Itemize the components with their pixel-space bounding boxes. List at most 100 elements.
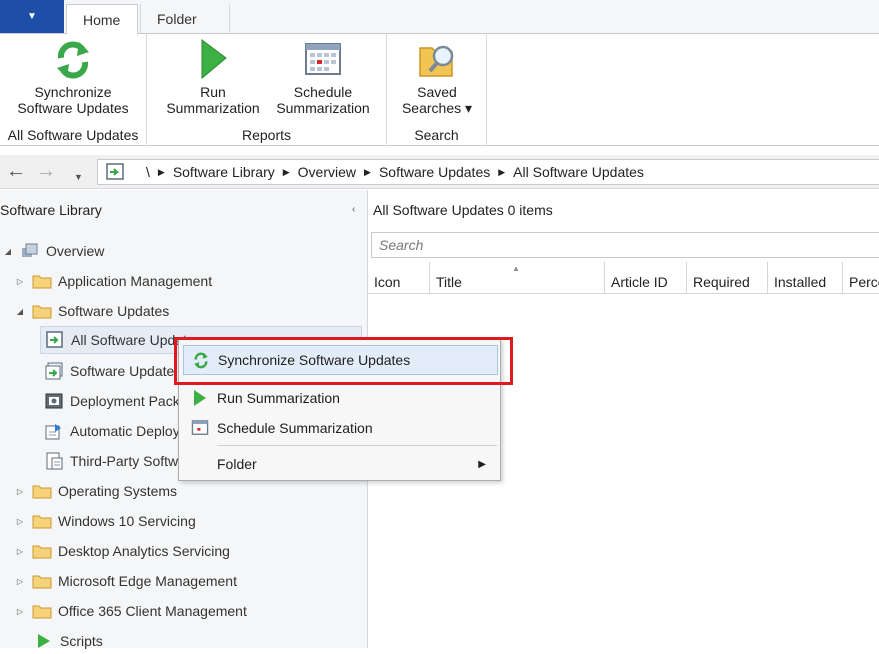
address-bar: ← → ▼ \ ▶ Software Library ▶ Overview ▶ …: [0, 155, 879, 189]
button-label-line2: Searches ▾: [401, 100, 473, 116]
tree-item-desktop-analytics-servicing[interactable]: ▷ Desktop Analytics Servicing: [14, 538, 230, 564]
tree-item-label: Desktop Analytics Servicing: [58, 543, 230, 559]
tree-item-label: Operating Systems: [58, 483, 178, 499]
column-header-installed[interactable]: Installed: [768, 262, 843, 294]
group-label: Reports: [241, 127, 292, 143]
collapsed-triangle-icon[interactable]: ▷: [14, 577, 26, 586]
folder-icon: [32, 305, 52, 319]
collapsed-triangle-icon[interactable]: ▷: [14, 517, 26, 526]
software-updates-icon: [46, 331, 63, 348]
item-count: 0 items: [507, 202, 553, 218]
breadcrumb-item[interactable]: Software Library: [165, 164, 283, 180]
submenu-arrow-icon: ▶: [478, 458, 486, 470]
overview-icon: [22, 243, 38, 257]
dropdown-arrow-icon: ▼: [27, 11, 37, 22]
annotation-highlight-box: [174, 337, 513, 385]
button-label-line2: Summarization: [276, 100, 370, 116]
tab-home[interactable]: Home: [66, 4, 138, 35]
breadcrumb-item[interactable]: Overview: [290, 164, 364, 180]
ribbon-group-search: Saved Searches ▾ Search: [387, 34, 487, 146]
group-label: Search: [414, 127, 459, 143]
menu-separator: [217, 445, 497, 446]
chevron-right-icon: ▶: [282, 166, 290, 177]
synchronize-software-updates-button[interactable]: Synchronize Software Updates: [8, 38, 138, 116]
menu-item-schedule-summarization[interactable]: Schedule Summarization: [183, 413, 498, 443]
back-arrow-icon[interactable]: ←: [6, 161, 26, 181]
breadcrumb-root[interactable]: \: [138, 164, 158, 180]
column-header-required[interactable]: Required: [687, 262, 768, 294]
chevron-right-icon: ▶: [364, 166, 371, 177]
tree-item-label: Application Management: [58, 273, 213, 289]
tree-item-label: Scripts: [60, 633, 103, 649]
tree-item-label: Overview: [46, 243, 105, 259]
run-summarization-button[interactable]: Run Summarization: [161, 38, 265, 116]
collapsed-triangle-icon[interactable]: ▷: [14, 607, 26, 616]
calendar-icon: [305, 43, 341, 75]
tree-item-microsoft-edge-management[interactable]: ▷ Microsoft Edge Management: [14, 568, 237, 594]
breadcrumb: \ ▶ Software Library ▶ Overview ▶ Softwa…: [97, 159, 879, 185]
folder-icon: [32, 485, 52, 499]
column-header-icon[interactable]: Icon: [368, 262, 430, 294]
tree-item-application-management[interactable]: ▷ Application Management: [14, 268, 212, 294]
search-input[interactable]: Search: [371, 232, 879, 258]
run-icon: [201, 39, 227, 80]
menu-item-folder[interactable]: Folder ▶: [183, 449, 498, 479]
ribbon-group-all-software-updates: Synchronize Software Updates All Softwar…: [0, 34, 147, 146]
chevron-right-icon: ▶: [157, 166, 165, 177]
software-updates-icon: [106, 163, 124, 180]
run-icon: [194, 390, 206, 406]
forward-arrow-icon[interactable]: →: [36, 161, 56, 181]
folder-icon: [32, 515, 52, 529]
tree-item-label: Software Updates: [58, 303, 170, 319]
button-label-line2: Summarization: [166, 100, 260, 116]
breadcrumb-item[interactable]: All Software Updates: [505, 164, 652, 180]
breadcrumb-item[interactable]: Software Updates: [371, 164, 498, 180]
folder-icon: [32, 605, 52, 619]
button-label-line2: Software Updates: [17, 100, 129, 116]
column-header-article-id[interactable]: Article ID: [605, 262, 687, 294]
collapsed-triangle-icon[interactable]: ▷: [14, 547, 26, 556]
navigation-pane-title: Software Library: [0, 202, 102, 218]
chevron-right-icon: ▶: [498, 166, 506, 177]
catalog-icon: [46, 452, 63, 470]
column-header-percent[interactable]: Perce: [843, 262, 879, 294]
menu-item-run-summarization[interactable]: Run Summarization: [183, 383, 498, 413]
group-label: All Software Updates: [7, 127, 139, 143]
button-label-line1: Schedule: [293, 84, 353, 100]
expanded-triangle-icon[interactable]: ◢: [14, 307, 26, 316]
software-update-groups-icon: [45, 362, 63, 380]
tab-label: Home: [83, 12, 121, 28]
folder-icon: [32, 275, 52, 289]
tree-item-operating-systems[interactable]: ▷ Operating Systems: [14, 478, 177, 504]
sync-icon: [57, 41, 89, 79]
collapse-pane-icon[interactable]: ‹: [352, 204, 355, 215]
button-label-line1: Run: [200, 84, 226, 100]
schedule-summarization-button[interactable]: Schedule Summarization: [271, 38, 375, 116]
tree-item-office-365-client-management[interactable]: ▷ Office 365 Client Management: [14, 598, 247, 624]
history-dropdown-icon[interactable]: ▼: [74, 167, 83, 187]
tree-item-scripts[interactable]: Scripts: [34, 628, 103, 654]
search-placeholder: Search: [379, 237, 424, 253]
tree-item-label: Windows 10 Servicing: [58, 513, 196, 529]
tab-label: Folder: [157, 11, 197, 27]
folder-icon: [32, 545, 52, 559]
grid-header: ▲ Icon Title Article ID Required Install…: [368, 262, 879, 294]
tree-item-software-updates[interactable]: ◢ Software Updates: [14, 298, 169, 324]
tree-item-label: Microsoft Edge Management: [58, 573, 237, 589]
tree-item-label: Office 365 Client Management: [58, 603, 247, 619]
button-label-line1: Saved: [417, 84, 457, 100]
menu-item-label: Folder: [217, 456, 257, 472]
scripts-icon: [38, 634, 50, 648]
collapsed-triangle-icon[interactable]: ▷: [14, 487, 26, 496]
tab-folder[interactable]: Folder: [140, 4, 230, 34]
column-header-title[interactable]: Title: [430, 262, 605, 294]
tree-item-overview[interactable]: ◢ Overview: [2, 238, 104, 264]
app-menu-button[interactable]: ▼: [0, 0, 64, 33]
menu-item-label: Schedule Summarization: [217, 420, 373, 436]
menu-item-label: Run Summarization: [217, 390, 340, 406]
expanded-triangle-icon[interactable]: ◢: [2, 247, 14, 256]
content-title-label: All Software Updates: [373, 202, 504, 218]
tree-item-windows-10-servicing[interactable]: ▷ Windows 10 Servicing: [14, 508, 196, 534]
collapsed-triangle-icon[interactable]: ▷: [14, 277, 26, 286]
saved-searches-button[interactable]: Saved Searches ▾: [393, 38, 481, 116]
